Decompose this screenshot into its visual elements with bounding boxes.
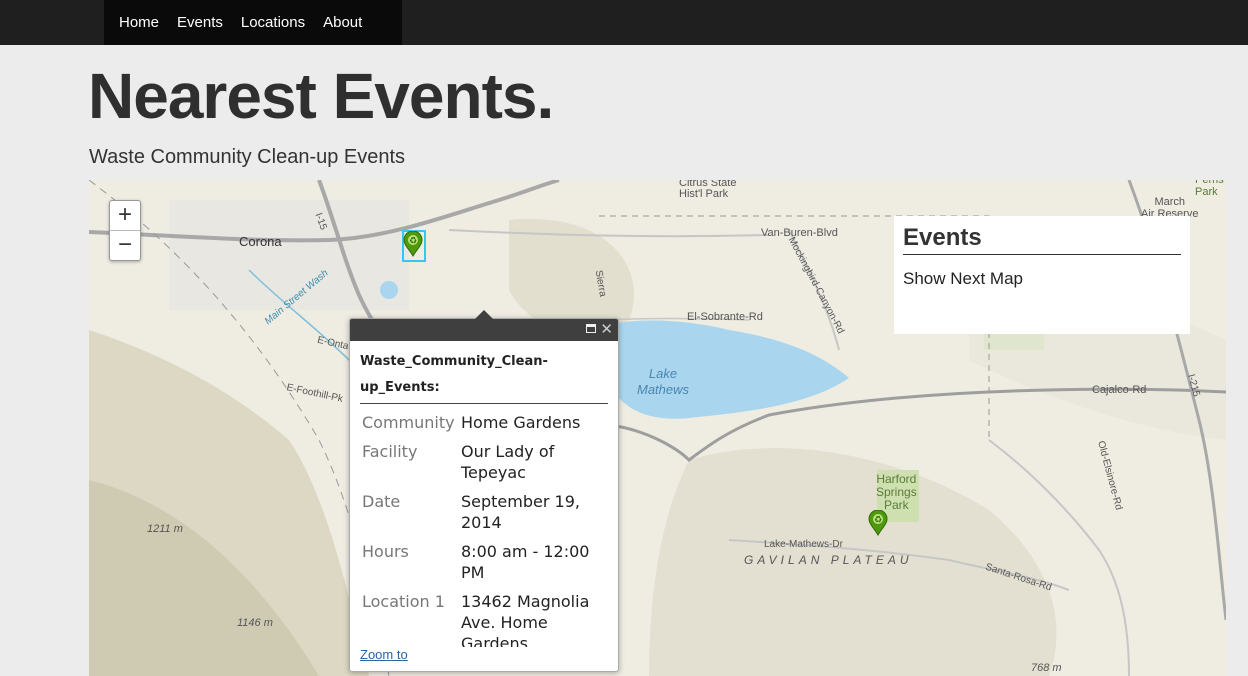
map-label-elev-1211: 1211 m bbox=[147, 523, 183, 535]
svg-text:♻: ♻ bbox=[874, 516, 882, 526]
svg-text:♻: ♻ bbox=[409, 237, 417, 247]
map-label-perris-park: Perris Park bbox=[1195, 180, 1224, 198]
map-label-elev-1146: 1146 m bbox=[237, 617, 273, 629]
map-label-el-sobrante: El-Sobrante-Rd bbox=[687, 311, 763, 323]
attr-label: Date bbox=[362, 492, 401, 511]
events-panel-heading: Events bbox=[903, 224, 1181, 255]
map-label-van-buren: Van-Buren-Blvd bbox=[761, 227, 838, 239]
popup-pointer bbox=[475, 310, 493, 319]
nav-menu: Home Events Locations About bbox=[104, 0, 402, 45]
table-row: Hours 8:00 am - 12:00 PM bbox=[360, 539, 608, 589]
page-subtitle: Waste Community Clean-up Events bbox=[89, 146, 406, 168]
attr-label: Location 1 bbox=[362, 592, 445, 611]
zoom-out-button[interactable]: − bbox=[110, 230, 140, 260]
nav-home-link[interactable]: Home bbox=[119, 14, 159, 31]
attr-value: 13462 Magnolia Ave. Home Gardens bbox=[461, 592, 590, 647]
top-navbar: Home Events Locations About bbox=[0, 0, 1248, 45]
events-panel: Events Show Next Map bbox=[894, 216, 1190, 334]
map-label-cajalco: Cajalco-Rd bbox=[1092, 384, 1147, 396]
attr-value: 8:00 am - 12:00 PM bbox=[461, 542, 590, 582]
popup-title: Waste_Community_Clean-up_Events: bbox=[360, 349, 608, 404]
map-label-corona: Corona bbox=[239, 234, 282, 249]
map-label-elev-768: 768 m bbox=[1031, 662, 1062, 674]
attr-label: Facility bbox=[362, 442, 418, 461]
map-label-lake-mathews-dr: Lake-Mathews-Dr bbox=[764, 539, 843, 550]
attr-value: Our Lady of Tepeyac bbox=[461, 442, 555, 482]
attr-label: Community bbox=[362, 413, 455, 432]
close-icon[interactable]: ✕ bbox=[600, 320, 613, 338]
maximize-icon[interactable] bbox=[586, 324, 596, 333]
info-popup: ✕ Waste_Community_Clean-up_Events: Commu… bbox=[349, 310, 619, 672]
attr-label: Hours bbox=[362, 542, 409, 561]
attr-value: Home Gardens bbox=[461, 413, 581, 432]
zoom-control: + − bbox=[109, 200, 141, 261]
table-row: Location 1 13462 Magnolia Ave. Home Gard… bbox=[360, 589, 608, 647]
map-label-citrus-park: Citrus State Hist'l Park bbox=[679, 180, 737, 200]
nav-about-link[interactable]: About bbox=[323, 14, 362, 31]
table-row: Community Home Gardens bbox=[360, 410, 608, 439]
zoom-to-link[interactable]: Zoom to bbox=[360, 647, 408, 662]
map-label-lake-mathews: Lake Mathews bbox=[637, 366, 690, 397]
table-row: Date September 19, 2014 bbox=[360, 489, 608, 539]
popup-header: ✕ bbox=[350, 319, 618, 341]
nav-events-link[interactable]: Events bbox=[177, 14, 223, 31]
recycle-marker-icon[interactable]: ♻ bbox=[868, 509, 888, 537]
recycle-marker-icon[interactable]: ♻ bbox=[403, 230, 423, 258]
attr-value: September 19, 2014 bbox=[461, 492, 580, 532]
map-view[interactable]: + − Corona Citrus State Hist'l Park Van-… bbox=[89, 180, 1226, 676]
nav-locations-link[interactable]: Locations bbox=[241, 14, 305, 31]
popup-body: Waste_Community_Clean-up_Events: Communi… bbox=[350, 341, 618, 647]
show-next-map-link[interactable]: Show Next Map bbox=[903, 269, 1181, 289]
page-title: Nearest Events. bbox=[88, 60, 554, 132]
map-label-gavilan: GAVILAN PLATEAU bbox=[744, 553, 913, 567]
zoom-in-button[interactable]: + bbox=[110, 201, 140, 230]
table-row: Facility Our Lady of Tepeyac bbox=[360, 439, 608, 489]
map-label-harford: Harford Springs Park bbox=[876, 472, 917, 512]
popup-attributes-table: Community Home Gardens Facility Our Lady… bbox=[360, 410, 608, 647]
